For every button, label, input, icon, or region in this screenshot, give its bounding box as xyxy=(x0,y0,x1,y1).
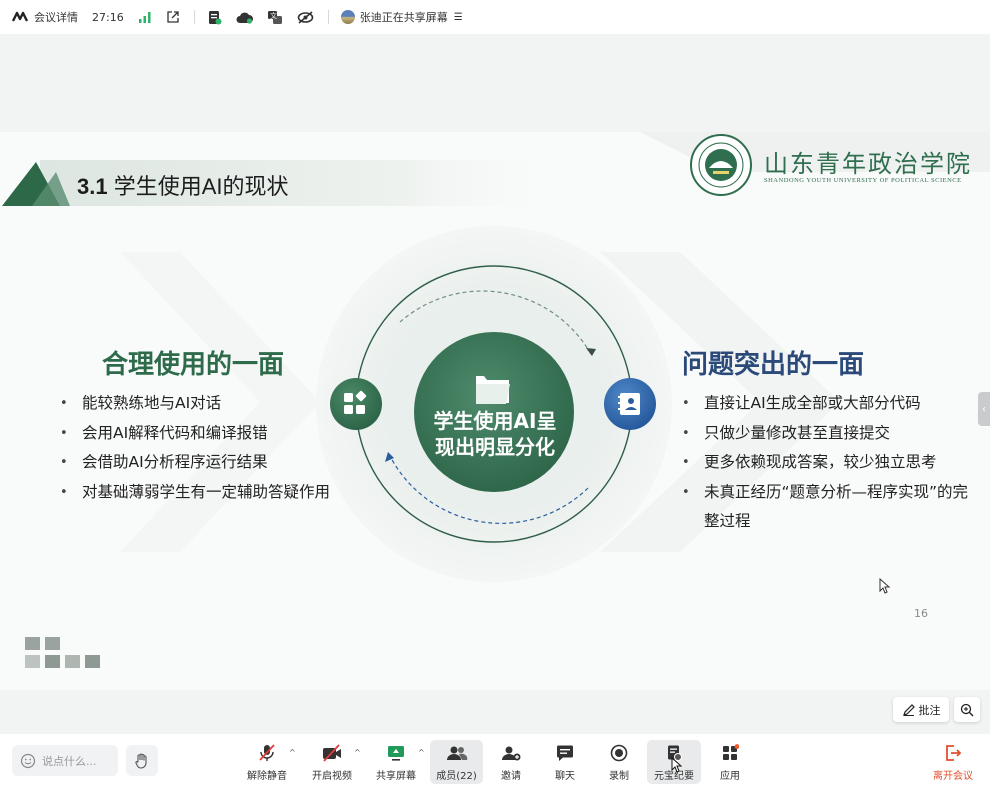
add-person-icon xyxy=(502,746,521,761)
unmute-label: 解除静音 xyxy=(247,771,287,782)
decorative-squares xyxy=(25,637,100,668)
list-item: 未真正经历“题意分析—程序实现”的完整过程 xyxy=(682,478,972,537)
meeting-timer: 27:16 xyxy=(92,10,124,24)
mouse-cursor-icon xyxy=(879,578,891,594)
emoji-icon xyxy=(20,753,36,768)
slide-title: 3.1 学生使用AI的现状 xyxy=(77,169,289,201)
chat-input[interactable]: 说点什么... xyxy=(12,745,118,776)
share-screen-button[interactable]: 共享屏幕 xyxy=(374,740,418,784)
translate-icon[interactable]: 文 xyxy=(267,10,283,25)
presentation-slide: 3.1 学生使用AI的现状 山东青年政治学院 SHANDONG YOUTH UN… xyxy=(0,132,990,690)
list-item: 会借助AI分析程序运行结果 xyxy=(60,448,360,478)
members-button[interactable]: 成员(22) xyxy=(430,740,483,784)
chevron-up-icon[interactable]: ^ xyxy=(418,748,425,757)
chevron-left-icon: ‹ xyxy=(982,403,986,415)
reasonable-use-list: 能较熟练地与AI对话 会用AI解释代码和编译报错 会借助AI分析程序运行结果 对… xyxy=(60,389,360,507)
invite-label: 邀请 xyxy=(501,771,521,782)
contact-book-icon xyxy=(618,393,640,415)
chevron-up-icon[interactable]: ^ xyxy=(289,748,296,757)
menu-lines-icon[interactable]: ☰ xyxy=(454,12,463,23)
apps-icon xyxy=(723,744,739,760)
record-label: 录制 xyxy=(609,771,629,782)
invite-button[interactable]: 邀请 xyxy=(494,740,528,784)
svg-text:文: 文 xyxy=(270,11,277,20)
apps-button[interactable]: 应用 xyxy=(714,740,746,784)
divider xyxy=(193,10,195,24)
school-emblem-icon xyxy=(690,134,752,196)
meeting-logo-icon xyxy=(12,11,30,23)
hide-view-icon[interactable] xyxy=(297,10,314,24)
cloud-icon[interactable] xyxy=(236,11,253,24)
camera-off-icon xyxy=(323,744,341,762)
popout-icon[interactable] xyxy=(166,10,180,24)
chat-button[interactable]: 聊天 xyxy=(549,740,581,784)
chevron-up-icon[interactable]: ^ xyxy=(354,748,361,757)
share-screen-label: 共享屏幕 xyxy=(376,771,416,782)
zoom-button[interactable] xyxy=(954,697,980,722)
zoom-in-icon xyxy=(960,703,974,716)
start-video-button[interactable]: 开启视频 xyxy=(310,740,354,784)
chat-icon xyxy=(557,745,573,761)
list-item: 对基础薄弱学生有一定辅助答疑作用 xyxy=(60,478,360,508)
record-button[interactable]: 录制 xyxy=(603,740,635,784)
annotate-button[interactable]: 批注 xyxy=(893,697,949,722)
share-screen-icon xyxy=(388,746,404,761)
center-summary: 学生使用AI呈 现出明显分化 xyxy=(415,408,575,460)
record-icon xyxy=(610,744,628,762)
slide-title-text: 学生使用AI的现状 xyxy=(107,174,289,199)
microphone-muted-icon xyxy=(259,744,275,761)
side-panel-toggle[interactable]: ‹ xyxy=(978,392,990,426)
pen-icon xyxy=(902,703,915,716)
center-summary-line: 学生使用AI呈 xyxy=(433,409,557,433)
list-item: 直接让AI生成全部或大部分代码 xyxy=(682,389,972,419)
list-item: 会用AI解释代码和编译报错 xyxy=(60,419,360,449)
list-item: 能较熟练地与AI对话 xyxy=(60,389,360,419)
sharing-status-text: 张迪正在共享屏幕 xyxy=(359,11,448,24)
chat-placeholder: 说点什么... xyxy=(42,754,97,768)
mouse-cursor-icon xyxy=(671,757,683,773)
hand-icon xyxy=(135,753,147,769)
slide-title-number: 3.1 xyxy=(77,174,108,199)
leave-meeting-label: 离开会议 xyxy=(933,771,973,782)
folder-icon xyxy=(476,376,510,404)
divider xyxy=(327,10,329,24)
reasonable-use-heading: 合理使用的一面 xyxy=(102,350,285,380)
unmute-button[interactable]: 解除静音 xyxy=(245,740,289,784)
members-icon xyxy=(446,746,467,760)
list-item: 只做少量修改甚至直接提交 xyxy=(682,419,972,449)
meeting-details-label: 会议详情 xyxy=(34,11,78,24)
school-name: 山东青年政治学院 xyxy=(764,150,972,178)
raise-hand-button[interactable] xyxy=(126,745,158,776)
leave-meeting-button[interactable]: 离开会议 xyxy=(930,740,976,784)
school-name-english: SHANDONG YOUTH UNIVERSITY OF POLITICAL S… xyxy=(764,177,962,184)
problem-heading: 问题突出的一面 xyxy=(682,350,865,380)
bottom-toolbar: 说点什么... 解除静音 ^ 开启视频 ^ 共享屏幕 ^ 成员(22) 邀请 聊… xyxy=(0,734,990,789)
list-item: 更多依赖现成答案，较少独立思考 xyxy=(682,448,972,478)
start-video-label: 开启视频 xyxy=(312,771,352,782)
avatar xyxy=(340,10,355,24)
sharing-indicator[interactable]: 张迪正在共享屏幕 ☰ xyxy=(340,9,463,25)
top-bar: 会议详情 27:16 文 张迪正在共享屏幕 ☰ xyxy=(0,0,990,34)
slide-page-number: 16 xyxy=(914,607,928,620)
apps-label: 应用 xyxy=(720,771,740,782)
annotate-label: 批注 xyxy=(918,703,941,717)
chat-label: 聊天 xyxy=(555,771,575,782)
signal-icon xyxy=(138,11,152,23)
meeting-details-button[interactable]: 会议详情 xyxy=(12,9,78,25)
meeting-window: 会议详情 27:16 文 张迪正在共享屏幕 ☰ 3.1 学生使用AI的现状 山东… xyxy=(0,0,990,789)
members-label: 成员(22) xyxy=(436,771,477,782)
center-summary-line: 现出明显分化 xyxy=(435,435,555,459)
document-icon[interactable] xyxy=(207,10,222,25)
problem-list: 直接让AI生成全部或大部分代码 只做少量修改甚至直接提交 更多依赖现成答案，较少… xyxy=(682,389,972,537)
leave-icon xyxy=(946,745,962,761)
